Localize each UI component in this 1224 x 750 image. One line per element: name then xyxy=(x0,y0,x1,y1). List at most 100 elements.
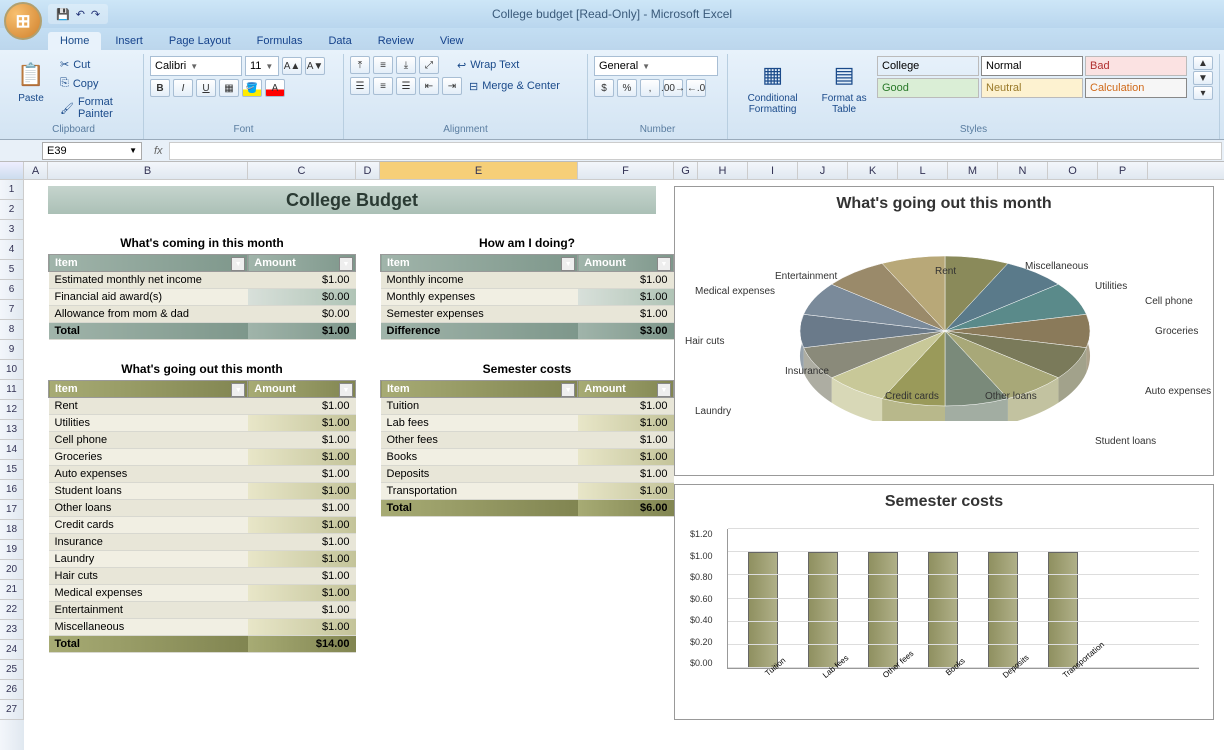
table-row[interactable]: Groceries$1.00 xyxy=(49,449,356,466)
col-header-F[interactable]: F xyxy=(578,162,674,179)
select-all-corner[interactable] xyxy=(0,162,24,179)
fx-icon[interactable]: fx xyxy=(154,145,163,157)
align-center-button[interactable]: ≡ xyxy=(373,77,393,95)
tab-review[interactable]: Review xyxy=(366,32,426,50)
col-header-L[interactable]: L xyxy=(898,162,948,179)
table-row[interactable]: Financial aid award(s)$0.00 xyxy=(49,289,356,306)
filter-icon[interactable]: ▼ xyxy=(561,383,575,397)
table-row[interactable]: Auto expenses$1.00 xyxy=(49,466,356,483)
decrease-font-button[interactable]: A▼ xyxy=(305,57,325,75)
table-row[interactable]: Credit cards$1.00 xyxy=(49,517,356,534)
sheet[interactable]: 1234567891011121314151617181920212223242… xyxy=(0,180,1224,750)
table-total-row[interactable]: Total$6.00 xyxy=(381,500,674,517)
align-bottom-button[interactable]: ⤓ xyxy=(396,56,416,74)
col-header-E[interactable]: E xyxy=(380,162,578,179)
align-middle-button[interactable]: ≡ xyxy=(373,56,393,74)
row-header-9[interactable]: 9 xyxy=(0,340,24,360)
increase-font-button[interactable]: A▲ xyxy=(282,57,302,75)
row-header-26[interactable]: 26 xyxy=(0,680,24,700)
col-header-M[interactable]: M xyxy=(948,162,998,179)
col-header-D[interactable]: D xyxy=(356,162,380,179)
col-header-B[interactable]: B xyxy=(48,162,248,179)
decrease-decimal-button[interactable]: ←.0 xyxy=(686,79,706,97)
style-normal[interactable]: Normal xyxy=(981,56,1083,76)
cut-button[interactable]: ✂Cut xyxy=(56,56,137,73)
col-header-P[interactable]: P xyxy=(1098,162,1148,179)
row-header-6[interactable]: 6 xyxy=(0,280,24,300)
tab-page-layout[interactable]: Page Layout xyxy=(157,32,243,50)
row-header-25[interactable]: 25 xyxy=(0,660,24,680)
row-header-3[interactable]: 3 xyxy=(0,220,24,240)
table-row[interactable]: Lab fees$1.00 xyxy=(381,415,674,432)
conditional-formatting-button[interactable]: ▦Conditional Formatting xyxy=(734,56,811,118)
table-row[interactable]: Medical expenses$1.00 xyxy=(49,585,356,602)
col-header-J[interactable]: J xyxy=(798,162,848,179)
percent-button[interactable]: % xyxy=(617,79,637,97)
style-college[interactable]: College xyxy=(877,56,979,76)
row-header-23[interactable]: 23 xyxy=(0,620,24,640)
row-header-22[interactable]: 22 xyxy=(0,600,24,620)
filter-icon[interactable]: ▼ xyxy=(231,257,245,271)
align-left-button[interactable]: ☰ xyxy=(350,77,370,95)
wrap-text-button[interactable]: ↩Wrap Text xyxy=(453,57,523,74)
save-icon[interactable]: 💾 xyxy=(56,8,70,21)
align-top-button[interactable]: ⤒ xyxy=(350,56,370,74)
table-row[interactable]: Hair cuts$1.00 xyxy=(49,568,356,585)
col-header-K[interactable]: K xyxy=(848,162,898,179)
table-row[interactable]: Other fees$1.00 xyxy=(381,432,674,449)
row-header-20[interactable]: 20 xyxy=(0,560,24,580)
format-painter-button[interactable]: 🖌Format Painter xyxy=(56,94,137,122)
table-row[interactable]: Other loans$1.00 xyxy=(49,500,356,517)
table-row[interactable]: Laundry$1.00 xyxy=(49,551,356,568)
increase-indent-button[interactable]: ⇥ xyxy=(442,77,462,95)
row-header-17[interactable]: 17 xyxy=(0,500,24,520)
copy-button[interactable]: ⎘Copy xyxy=(56,75,137,92)
style-good[interactable]: Good xyxy=(877,78,979,98)
table-row[interactable]: Monthly income$1.00 xyxy=(381,272,674,289)
merge-center-button[interactable]: ⊟Merge & Center xyxy=(465,78,564,95)
table-row[interactable]: Utilities$1.00 xyxy=(49,415,356,432)
styles-scroll-up[interactable]: ▲ xyxy=(1193,56,1213,70)
fill-color-button[interactable]: 🪣 xyxy=(242,79,262,97)
table-row[interactable]: Allowance from mom & dad$0.00 xyxy=(49,306,356,323)
grid[interactable]: College Budget What's coming in this mon… xyxy=(24,180,1224,750)
col-header-N[interactable]: N xyxy=(998,162,1048,179)
table-row[interactable]: Miscellaneous$1.00 xyxy=(49,619,356,636)
bar-chart[interactable]: Semester costs $1.20$1.00$0.80$0.60$0.40… xyxy=(674,484,1214,720)
paste-button[interactable]: 📋Paste xyxy=(10,56,52,107)
tab-view[interactable]: View xyxy=(428,32,476,50)
row-header-11[interactable]: 11 xyxy=(0,380,24,400)
row-header-19[interactable]: 19 xyxy=(0,540,24,560)
row-header-15[interactable]: 15 xyxy=(0,460,24,480)
table-incoming[interactable]: Item▼Amount▼Estimated monthly net income… xyxy=(48,254,356,340)
tab-data[interactable]: Data xyxy=(316,32,363,50)
filter-icon[interactable]: ▼ xyxy=(657,257,671,271)
undo-icon[interactable]: ↶ xyxy=(76,8,85,21)
redo-icon[interactable]: ↷ xyxy=(91,8,100,21)
row-header-24[interactable]: 24 xyxy=(0,640,24,660)
table-row[interactable]: Transportation$1.00 xyxy=(381,483,674,500)
col-header-G[interactable]: G xyxy=(674,162,698,179)
style-neutral[interactable]: Neutral xyxy=(981,78,1083,98)
table-row[interactable]: Entertainment$1.00 xyxy=(49,602,356,619)
table-row[interactable]: Rent$1.00 xyxy=(49,398,356,415)
orientation-button[interactable]: ⤢ xyxy=(419,56,439,74)
table-row[interactable]: Books$1.00 xyxy=(381,449,674,466)
table-row[interactable]: Estimated monthly net income$1.00 xyxy=(49,272,356,289)
table-outgoing[interactable]: Item▼Amount▼Rent$1.00Utilities$1.00Cell … xyxy=(48,380,356,653)
row-header-10[interactable]: 10 xyxy=(0,360,24,380)
align-right-button[interactable]: ☰ xyxy=(396,77,416,95)
table-row[interactable]: Tuition$1.00 xyxy=(381,398,674,415)
font-name-combo[interactable]: Calibri▼ xyxy=(150,56,242,76)
cell-styles-gallery[interactable]: College Normal Bad Good Neutral Calculat… xyxy=(877,56,1187,98)
col-header-O[interactable]: O xyxy=(1048,162,1098,179)
filter-icon[interactable]: ▼ xyxy=(339,383,353,397)
style-bad[interactable]: Bad xyxy=(1085,56,1187,76)
row-header-18[interactable]: 18 xyxy=(0,520,24,540)
col-header-A[interactable]: A xyxy=(24,162,48,179)
decrease-indent-button[interactable]: ⇤ xyxy=(419,77,439,95)
col-header-I[interactable]: I xyxy=(748,162,798,179)
tab-home[interactable]: Home xyxy=(48,32,101,50)
table-row[interactable]: Deposits$1.00 xyxy=(381,466,674,483)
styles-more[interactable]: ▾ xyxy=(1193,86,1213,100)
